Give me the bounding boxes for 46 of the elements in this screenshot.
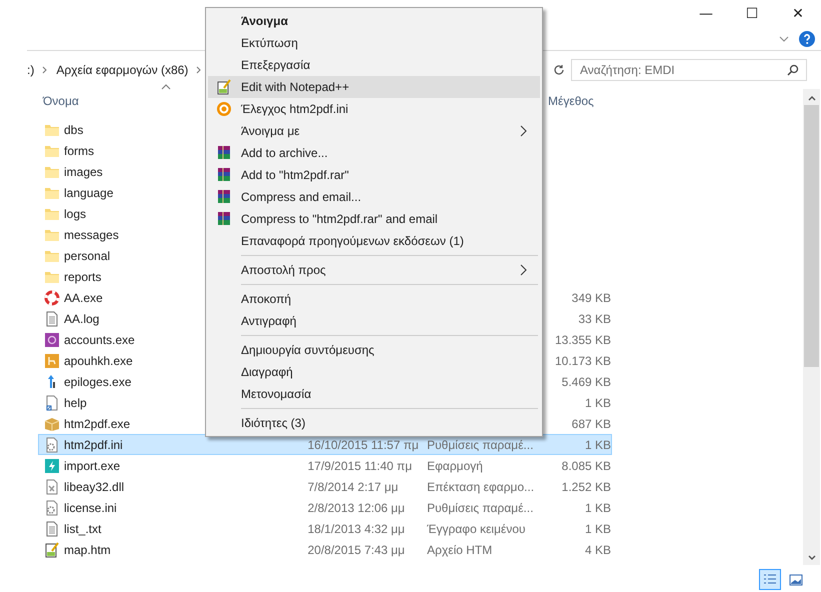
file-size: 1 KB (584, 522, 612, 536)
file-size: 13.355 KB (554, 332, 612, 346)
file-type: Ρυθμίσεις παραμέ... (426, 438, 534, 452)
file-name: AA.log (64, 312, 100, 326)
file-size: 349 KB (570, 290, 612, 304)
file-name: personal (64, 248, 110, 262)
file-name: dbs (64, 122, 84, 136)
file-type: Αρχείο HTM (426, 542, 492, 556)
file-type: Εφαρμογή (426, 458, 483, 472)
date-modified: 20/8/2015 7:43 μμ (308, 542, 405, 556)
file-size: 1.252 KB (560, 480, 612, 494)
file-size: 4 KB (584, 542, 612, 556)
file-name: messages (64, 228, 119, 242)
file-size: 687 KB (570, 416, 612, 430)
file-name: logs (64, 206, 86, 220)
date-modified: 7/8/2014 2:17 μμ (308, 480, 398, 494)
file-name: apouhkh.exe (64, 354, 133, 368)
date-modified: 17/9/2015 11:40 πμ (308, 458, 412, 472)
file-name: accounts.exe (64, 332, 135, 346)
file-name: forms (64, 144, 94, 158)
file-name: language (64, 186, 114, 200)
file-size: 1 KB (584, 438, 612, 452)
file-size: 1 KB (584, 500, 612, 514)
file-name: images (64, 164, 103, 178)
file-size: 1 KB (584, 396, 612, 410)
file-size: 8.085 KB (560, 458, 612, 472)
file-name: list_.txt (64, 522, 102, 536)
file-name: htm2pdf.exe (64, 416, 130, 430)
file-name: htm2pdf.ini (64, 438, 123, 452)
date-modified: 2/8/2013 12:06 μμ (308, 500, 405, 514)
file-size: 33 KB (577, 312, 612, 326)
file-name: help (64, 396, 87, 410)
file-type: Επέκταση εφαρμο... (426, 480, 534, 494)
file-name: AA.exe (64, 290, 103, 304)
file-type: Ρυθμίσεις παραμέ... (426, 500, 534, 514)
date-modified: 16/10/2015 11:57 πμ (308, 438, 419, 452)
file-name: epiloges.exe (64, 374, 132, 388)
file-size: 5.469 KB (560, 374, 612, 388)
file-name: import.exe (64, 458, 120, 472)
date-modified: 18/1/2013 4:32 μμ (308, 522, 405, 536)
file-size: 10.173 KB (554, 354, 612, 368)
file-type: Έγγραφο κειμένου (426, 522, 526, 536)
file-name: license.ini (64, 500, 117, 514)
file-name: reports (64, 270, 102, 284)
file-name: libeay32.dll (64, 480, 124, 494)
file-name: map.htm (64, 542, 111, 556)
